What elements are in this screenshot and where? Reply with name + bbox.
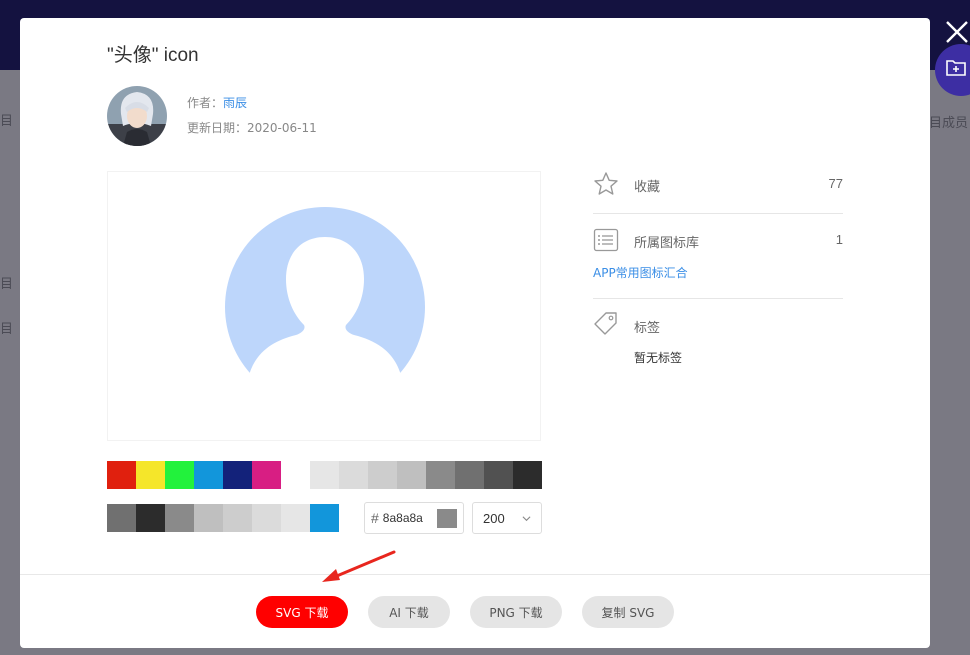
date-line: 更新日期：2020-06-11 bbox=[187, 119, 317, 136]
color-swatch[interactable] bbox=[513, 461, 542, 489]
color-swatch[interactable] bbox=[223, 461, 252, 489]
close-button[interactable] bbox=[943, 18, 970, 46]
avatar-icon-preview bbox=[225, 207, 425, 379]
icon-detail-modal: "头像" icon 作者：雨辰 更新日期：2020-06-11 # 8a8a8a… bbox=[20, 18, 930, 648]
tags-row: 标签 bbox=[593, 311, 843, 341]
tag-icon bbox=[594, 312, 617, 335]
background-text: 目 bbox=[0, 114, 14, 129]
color-swatch[interactable] bbox=[310, 504, 339, 532]
icon-preview bbox=[107, 171, 541, 441]
copy-svg-button[interactable]: 复制 SVG bbox=[582, 596, 674, 628]
background-text: 目 bbox=[0, 277, 14, 292]
library-link[interactable]: APP常用图标汇合 bbox=[593, 264, 688, 281]
color-hex-input[interactable]: # 8a8a8a bbox=[364, 502, 464, 534]
color-swatch[interactable] bbox=[426, 461, 455, 489]
close-icon bbox=[946, 21, 968, 43]
color-swatch[interactable] bbox=[136, 461, 165, 489]
size-select[interactable]: 200 bbox=[472, 502, 542, 534]
chevron-down-icon bbox=[522, 516, 531, 522]
hex-value: 8a8a8a bbox=[382, 511, 423, 525]
ai-download-button[interactable]: AI 下载 bbox=[368, 596, 450, 628]
color-swatch[interactable] bbox=[310, 461, 339, 489]
arrow-annotation bbox=[322, 550, 396, 582]
background-text: 目成员 bbox=[929, 116, 969, 131]
favorites-row[interactable]: 收藏 77 bbox=[593, 171, 843, 201]
svg-download-button[interactable]: SVG 下载 bbox=[256, 596, 348, 628]
author-label: 作者： bbox=[187, 96, 224, 110]
color-palette-row-1 bbox=[107, 461, 542, 489]
date-label: 更新日期： bbox=[187, 121, 248, 135]
icon-title: "头像" icon bbox=[107, 45, 199, 66]
color-swatch[interactable] bbox=[223, 504, 252, 532]
color-swatch[interactable] bbox=[252, 461, 281, 489]
color-preview-chip bbox=[437, 509, 457, 528]
library-count: 1 bbox=[835, 232, 843, 247]
list-icon bbox=[593, 228, 619, 252]
favorites-count: 77 bbox=[828, 176, 843, 191]
color-swatch[interactable] bbox=[368, 461, 397, 489]
background-text: 目 bbox=[0, 322, 14, 337]
color-swatch[interactable] bbox=[484, 461, 513, 489]
color-swatch[interactable] bbox=[397, 461, 426, 489]
color-swatch[interactable] bbox=[281, 504, 310, 532]
color-swatch[interactable] bbox=[194, 504, 223, 532]
folder-add-icon bbox=[946, 60, 966, 76]
color-swatch[interactable] bbox=[107, 504, 136, 532]
library-row: 所属图标库 1 bbox=[593, 226, 843, 256]
footer-divider bbox=[20, 574, 930, 575]
divider bbox=[593, 298, 843, 299]
star-icon bbox=[594, 172, 618, 195]
author-avatar[interactable] bbox=[107, 86, 167, 146]
color-swatch[interactable] bbox=[281, 461, 310, 489]
color-swatch[interactable] bbox=[339, 461, 368, 489]
color-swatch[interactable] bbox=[194, 461, 223, 489]
author-link[interactable]: 雨辰 bbox=[223, 96, 247, 110]
color-swatch[interactable] bbox=[252, 504, 281, 532]
tags-label: 标签 bbox=[634, 321, 661, 336]
size-value: 200 bbox=[483, 510, 505, 526]
color-swatch[interactable] bbox=[165, 461, 194, 489]
color-swatch[interactable] bbox=[136, 504, 165, 532]
favorites-label: 收藏 bbox=[634, 180, 661, 195]
date-value: 2020-06-11 bbox=[247, 121, 317, 135]
tags-empty: 暂无标签 bbox=[634, 351, 683, 365]
color-swatch[interactable] bbox=[107, 461, 136, 489]
hash-symbol: # bbox=[371, 510, 379, 526]
color-swatch[interactable] bbox=[165, 504, 194, 532]
color-palette-row-2 bbox=[107, 504, 339, 532]
divider bbox=[593, 213, 843, 214]
color-swatch[interactable] bbox=[455, 461, 484, 489]
library-label: 所属图标库 bbox=[634, 236, 700, 251]
png-download-button[interactable]: PNG 下载 bbox=[470, 596, 562, 628]
author-line: 作者：雨辰 bbox=[187, 94, 247, 111]
